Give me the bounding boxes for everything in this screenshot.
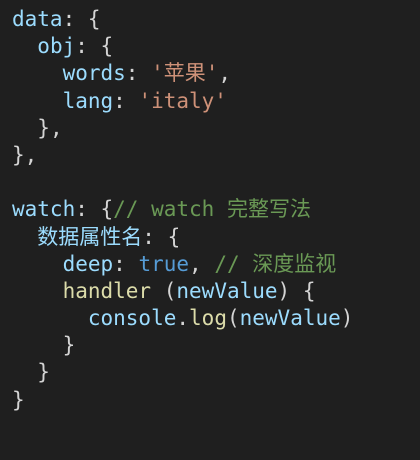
code-line: obj: { [0,33,420,60]
code-line: deep: true, // 深度监视 [0,251,420,278]
code-punctuation: : [113,251,139,276]
code-punctuation: } [12,387,25,412]
code-identifier: watch [12,197,76,222]
code-punctuation: } [37,360,50,385]
code-punctuation: . [176,306,190,331]
code-punctuation: } [62,333,76,358]
code-punctuation: ( [151,278,177,303]
code-function-name: log [189,306,227,331]
code-identifier: words [62,61,126,86]
code-line: lang: 'italy' [0,88,420,115]
code-line: }, [0,115,420,142]
code-line: } [0,332,420,359]
code-function-name: handler [62,278,152,303]
code-comment: // watch 完整写法 [113,197,311,222]
code-line: watch: {// watch 完整写法 [0,196,420,223]
code-line: 数据属性名: { [0,224,420,251]
code-string: '苹果' [151,61,219,86]
code-identifier: obj [37,34,76,59]
code-punctuation: ) [340,306,354,331]
code-identifier: deep [62,251,114,276]
code-punctuation: : { [75,34,114,59]
code-punctuation: : { [75,197,114,222]
code-line: console.log(newValue) [0,305,420,332]
code-comment: // 深度监视 [214,251,337,276]
code-identifier: 数据属性名 [37,224,143,249]
code-punctuation: ) { [277,278,316,303]
code-line: } [0,359,420,386]
code-identifier: lang [62,88,114,113]
code-punctuation: : [125,61,152,86]
code-identifier: console [87,306,177,331]
code-punctuation: : { [62,7,101,31]
code-punctuation: , [218,61,232,86]
code-line: handler (newValue) { [0,278,420,305]
code-identifier: newValue [176,278,278,303]
code-punctuation: , [189,251,215,276]
code-line: data: { [0,6,420,33]
code-identifier: data [12,7,63,31]
code-keyword: true [138,251,190,276]
code-punctuation: : { [142,224,181,249]
code-line: }, [0,142,420,169]
code-string: 'italy' [138,88,227,113]
code-punctuation: ( [226,306,240,331]
code-punctuation: }, [12,142,38,167]
code-line: words: '苹果', [0,60,420,87]
code-line: } [0,387,420,414]
code-punctuation: }, [37,115,63,140]
code-identifier: newValue [239,306,341,331]
code-editor[interactable]: data: { obj: { words: '苹果', lang: 'italy… [0,0,420,460]
code-punctuation: : [113,88,139,113]
